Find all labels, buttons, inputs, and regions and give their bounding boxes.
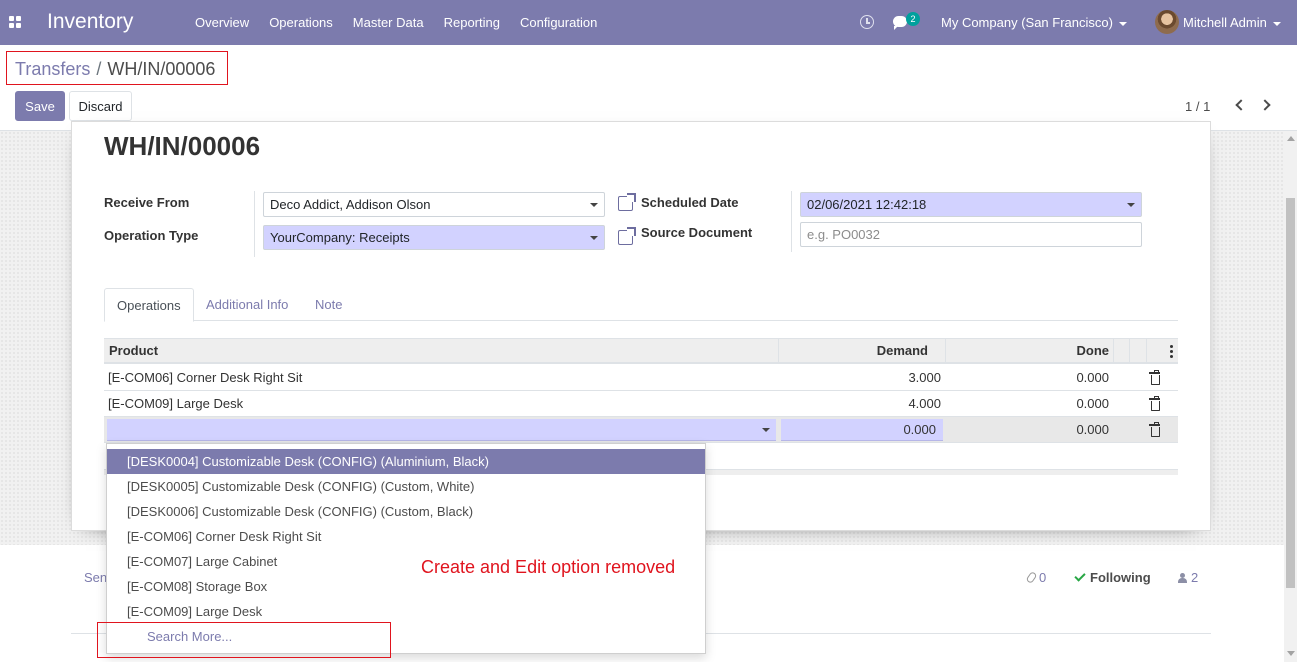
- scrollbar-thumb[interactable]: [1286, 198, 1295, 588]
- chat-count-badge: 2: [906, 12, 920, 26]
- table-row[interactable]: [E-COM09] Large Desk 4.000 0.000: [104, 391, 1178, 417]
- menu-master-data[interactable]: Master Data: [343, 0, 434, 45]
- attachments-button[interactable]: 0: [1025, 570, 1047, 585]
- annotation-box-search-more: [97, 622, 391, 658]
- scheduled-date-label: Scheduled Date: [641, 195, 739, 210]
- dropdown-item[interactable]: [DESK0004] Customizable Desk (CONFIG) (A…: [107, 449, 705, 474]
- trash-icon[interactable]: [1149, 370, 1160, 385]
- scroll-down-arrow-icon[interactable]: [1287, 651, 1295, 656]
- followers-button[interactable]: 2: [1178, 570, 1198, 585]
- pager-value[interactable]: 1 / 1: [1185, 99, 1210, 114]
- source-document-label: Source Document: [641, 225, 753, 240]
- column-divider: [1146, 339, 1147, 363]
- following-button[interactable]: Following: [1074, 570, 1151, 585]
- source-document-input[interactable]: e.g. PO0032: [800, 222, 1142, 247]
- following-label: Following: [1090, 570, 1151, 585]
- chat-icon[interactable]: [893, 16, 907, 30]
- column-divider: [1113, 339, 1114, 363]
- receive-from-label: Receive From: [104, 195, 190, 210]
- main-menu: Overview Operations Master Data Reportin…: [185, 0, 607, 45]
- chevron-down-icon: [590, 203, 598, 207]
- demand-input[interactable]: 0.000: [781, 419, 943, 441]
- scroll-up-arrow-icon[interactable]: [1287, 136, 1295, 141]
- scheduled-date-field[interactable]: 02/06/2021 12:42:18: [800, 192, 1142, 217]
- source-document-placeholder: e.g. PO0032: [807, 227, 880, 242]
- column-demand[interactable]: Demand: [784, 339, 928, 363]
- table-row-editing[interactable]: 0.000 0.000: [104, 417, 1178, 443]
- chevron-down-icon: [1118, 21, 1127, 26]
- discard-button[interactable]: Discard: [69, 91, 132, 121]
- external-link-icon[interactable]: [618, 227, 636, 245]
- demand-input-value: 0.000: [903, 422, 936, 437]
- menu-overview[interactable]: Overview: [185, 0, 259, 45]
- row-done: 0.000: [1076, 422, 1109, 437]
- dropdown-item[interactable]: [E-COM09] Large Desk: [107, 599, 705, 624]
- notebook-tabs: Operations Additional Info Note: [104, 288, 1178, 322]
- attachments-count: 0: [1039, 570, 1047, 585]
- avatar[interactable]: [1155, 10, 1179, 34]
- column-divider: [1129, 339, 1130, 363]
- chevron-down-icon: [590, 236, 598, 240]
- save-button[interactable]: Save: [15, 91, 65, 121]
- dropdown-item[interactable]: [DESK0005] Customizable Desk (CONFIG) (C…: [107, 474, 705, 499]
- row-done: 0.000: [1076, 370, 1109, 385]
- chevron-down-icon: [1272, 21, 1281, 26]
- user-menu[interactable]: Mitchell Admin: [1183, 0, 1281, 45]
- chevron-down-icon: [1127, 203, 1135, 207]
- user-name: Mitchell Admin: [1183, 15, 1267, 30]
- dropdown-item[interactable]: [E-COM06] Corner Desk Right Sit: [107, 524, 705, 549]
- row-demand: 3.000: [908, 370, 941, 385]
- row-demand: 4.000: [908, 396, 941, 411]
- dropdown-item[interactable]: [DESK0006] Customizable Desk (CONFIG) (C…: [107, 499, 705, 524]
- tab-note[interactable]: Note: [303, 288, 354, 321]
- row-done: 0.000: [1076, 396, 1109, 411]
- chevron-down-icon: [762, 428, 770, 432]
- row-product: [E-COM06] Corner Desk Right Sit: [108, 370, 303, 385]
- column-divider: [778, 339, 779, 363]
- chevron-left-icon[interactable]: [1235, 99, 1247, 111]
- annotation-text: Create and Edit option removed: [421, 557, 676, 577]
- column-divider: [945, 339, 946, 363]
- menu-reporting[interactable]: Reporting: [434, 0, 510, 45]
- followers-count: 2: [1191, 570, 1199, 585]
- field-divider: [791, 191, 792, 252]
- user-icon: [1178, 573, 1187, 583]
- table-row[interactable]: [E-COM06] Corner Desk Right Sit 3.000 0.…: [104, 365, 1178, 391]
- record-title: WH/IN/00006: [104, 131, 261, 161]
- receive-from-value: Deco Addict, Addison Olson: [270, 197, 431, 212]
- optional-columns-kebab-icon[interactable]: [1170, 345, 1173, 358]
- trash-icon[interactable]: [1149, 396, 1160, 411]
- company-switcher[interactable]: My Company (San Francisco): [941, 0, 1127, 45]
- operation-type-select[interactable]: YourCompany: Receipts: [263, 225, 605, 250]
- annotation-box-breadcrumb: [6, 51, 228, 85]
- tab-operations[interactable]: Operations: [104, 288, 194, 322]
- menu-configuration[interactable]: Configuration: [510, 0, 607, 45]
- app-name[interactable]: Inventory: [47, 10, 133, 34]
- paperclip-icon: [1025, 570, 1038, 585]
- tab-additional-info[interactable]: Additional Info: [194, 288, 300, 321]
- column-done[interactable]: Done: [949, 339, 1110, 363]
- receive-from-select[interactable]: Deco Addict, Addison Olson: [263, 192, 605, 217]
- product-input[interactable]: [107, 419, 776, 441]
- field-divider: [254, 191, 255, 257]
- company-name: My Company (San Francisco): [941, 15, 1113, 30]
- row-product: [E-COM09] Large Desk: [108, 396, 244, 411]
- column-product[interactable]: Product: [109, 339, 158, 363]
- chevron-right-icon[interactable]: [1259, 99, 1271, 111]
- trash-icon[interactable]: [1149, 422, 1160, 437]
- scheduled-date-value: 02/06/2021 12:42:18: [807, 197, 927, 212]
- table-header: Product Demand Done: [104, 338, 1178, 364]
- external-link-icon[interactable]: [618, 193, 636, 211]
- operation-type-label: Operation Type: [104, 228, 199, 243]
- send-message-link[interactable]: Sen: [84, 570, 107, 585]
- apps-menu-icon[interactable]: [9, 16, 21, 28]
- operation-type-value: YourCompany: Receipts: [270, 230, 410, 245]
- check-icon: [1074, 570, 1086, 582]
- activity-clock-icon[interactable]: [860, 15, 874, 29]
- menu-operations[interactable]: Operations: [259, 0, 343, 45]
